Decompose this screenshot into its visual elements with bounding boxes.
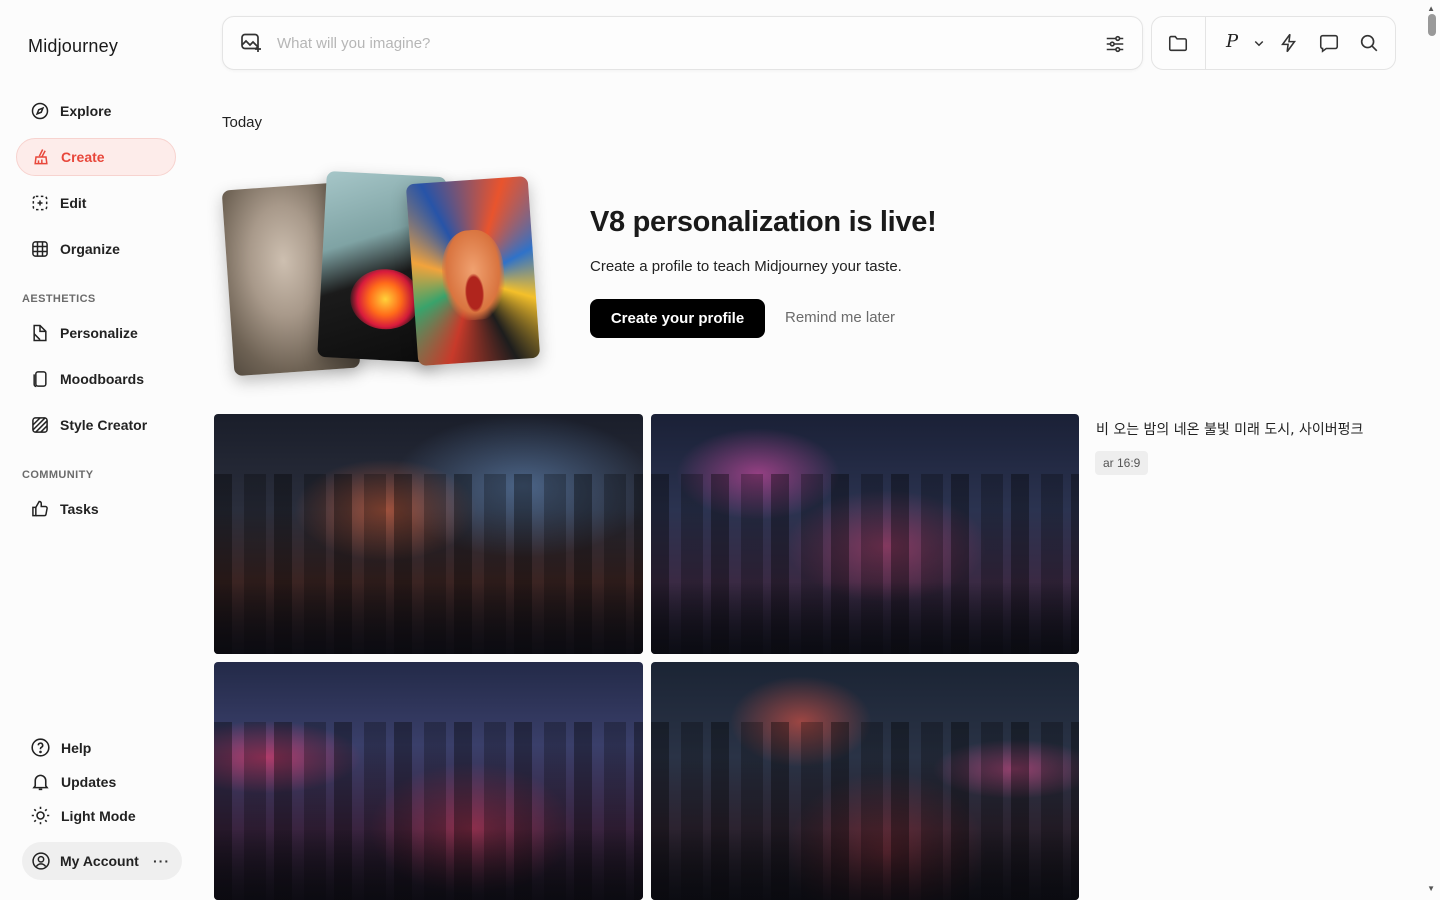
nav-edit[interactable]: Edit (16, 184, 176, 222)
nav-moodboards[interactable]: Moodboards (16, 360, 176, 398)
light-mode-toggle[interactable]: Light Mode (30, 805, 136, 826)
toolbar-divider (1205, 17, 1206, 69)
updates-link[interactable]: Updates (30, 771, 116, 792)
remind-later-button[interactable]: Remind me later (785, 309, 895, 326)
edit-selection-icon (32, 195, 48, 211)
promo-title: V8 personalization is live! (590, 206, 937, 238)
nav-explore-label: Explore (60, 103, 112, 119)
promo-image-stack (221, 170, 552, 382)
image-street (651, 828, 1079, 900)
brush-icon (34, 149, 48, 165)
generated-image-2[interactable] (651, 414, 1079, 654)
add-image-icon[interactable] (239, 31, 263, 55)
nav-tasks-label: Tasks (60, 501, 99, 517)
scroll-down-arrow[interactable]: ▼ (1427, 884, 1435, 893)
scroll-up-arrow[interactable]: ▲ (1427, 4, 1435, 13)
nav-moodboards-label: Moodboards (60, 371, 144, 387)
nav-style-creator[interactable]: Style Creator (16, 406, 176, 444)
my-account-label: My Account (60, 853, 139, 869)
sun-icon (31, 806, 50, 825)
help-icon (31, 738, 50, 757)
image-street (214, 582, 643, 654)
help-link[interactable]: Help (30, 737, 91, 758)
nav-create-label: Create (61, 149, 105, 165)
help-label: Help (61, 739, 92, 756)
generated-image-3[interactable] (214, 662, 643, 900)
nav-create[interactable]: Create (16, 138, 176, 176)
chat-icon[interactable] (1318, 32, 1340, 54)
nav-style-creator-label: Style Creator (60, 417, 148, 433)
settings-sliders-icon[interactable] (1104, 33, 1126, 55)
updates-label: Updates (61, 773, 117, 790)
promo-subtitle: Create a profile to teach Midjourney you… (590, 258, 902, 275)
chevron-down-icon[interactable] (1250, 34, 1268, 52)
toolbar: P (1151, 16, 1396, 70)
search-icon[interactable] (1358, 32, 1380, 54)
scrollbar-thumb[interactable] (1428, 14, 1436, 36)
nav-explore[interactable]: Explore (16, 92, 176, 130)
promo-image-burst (348, 267, 422, 332)
promo-image-face (439, 227, 508, 323)
folder-icon[interactable] (1167, 32, 1189, 54)
app-root: Midjourney Explore Create Edit Organize … (0, 0, 1440, 900)
image-street (651, 582, 1079, 654)
my-account-button[interactable]: My Account ··· (22, 842, 182, 880)
section-title-today: Today (222, 114, 263, 131)
community-section-label: COMMUNITY (22, 469, 94, 481)
generated-image-4[interactable] (651, 662, 1079, 900)
compass-icon (31, 102, 49, 120)
nav-tasks[interactable]: Tasks (16, 490, 176, 528)
account-icon (32, 852, 50, 870)
lightning-icon[interactable] (1278, 32, 1300, 54)
personalize-icon (33, 324, 47, 342)
generated-image-1[interactable] (214, 414, 643, 654)
prompt-bar (222, 16, 1143, 70)
prompt-input[interactable] (277, 34, 1077, 52)
sidebar: Midjourney Explore Create Edit Organize … (0, 0, 196, 900)
bell-icon (32, 774, 49, 791)
nav-organize-label: Organize (60, 241, 120, 257)
personalization-toggle[interactable]: P (1226, 31, 1238, 52)
nav-organize[interactable]: Organize (16, 230, 176, 268)
nav-personalize[interactable]: Personalize (16, 314, 176, 352)
light-mode-label: Light Mode (61, 807, 136, 824)
grid-icon (32, 241, 48, 257)
account-more-icon[interactable]: ··· (153, 853, 170, 869)
nav-personalize-label: Personalize (60, 325, 138, 341)
promo-image-mosaic-face (405, 175, 541, 367)
aesthetics-section-label: AESTHETICS (22, 293, 96, 305)
image-street (214, 828, 643, 900)
style-creator-icon (32, 417, 48, 433)
create-profile-button[interactable]: Create your profile (590, 299, 765, 338)
generation-prompt[interactable]: 비 오는 밤의 네온 불빛 미래 도시, 사이버펑크 (1096, 419, 1363, 439)
nav-edit-label: Edit (60, 195, 87, 211)
moodboard-icon (33, 371, 47, 388)
thumbs-up-icon (32, 500, 48, 517)
aspect-ratio-tag[interactable]: ar 16:9 (1095, 451, 1149, 475)
app-logo[interactable]: Midjourney (28, 36, 118, 57)
